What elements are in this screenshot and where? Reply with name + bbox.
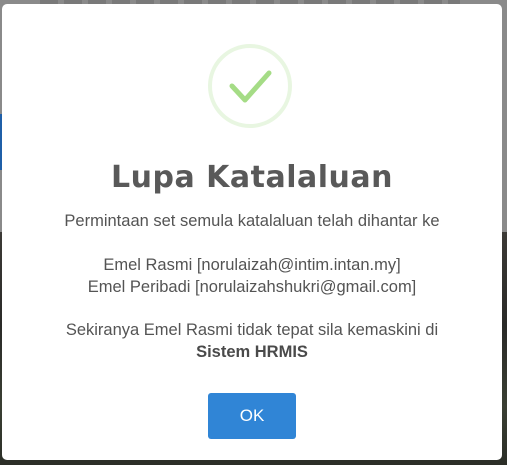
note-text: Sekiranya Emel Rasmi tidak tepat sila ke… bbox=[65, 321, 439, 339]
personal-email-text: Emel Peribadi [norulaizahshukri@gmail.co… bbox=[87, 278, 417, 296]
official-email-text: Emel Rasmi [norulaizah@intim.intan.my] bbox=[103, 256, 401, 274]
checkmark-icon bbox=[229, 70, 272, 103]
dialog-title: Lupa Katalaluan bbox=[111, 160, 393, 195]
message-intro: Permintaan set semula katalaluan telah d… bbox=[64, 212, 440, 230]
system-name-text: Sistem HRMIS bbox=[196, 343, 308, 361]
ok-button[interactable]: OK bbox=[208, 393, 296, 439]
success-check-icon bbox=[208, 44, 292, 128]
forgot-password-dialog: Lupa Katalaluan Permintaan set semula ka… bbox=[2, 4, 502, 460]
